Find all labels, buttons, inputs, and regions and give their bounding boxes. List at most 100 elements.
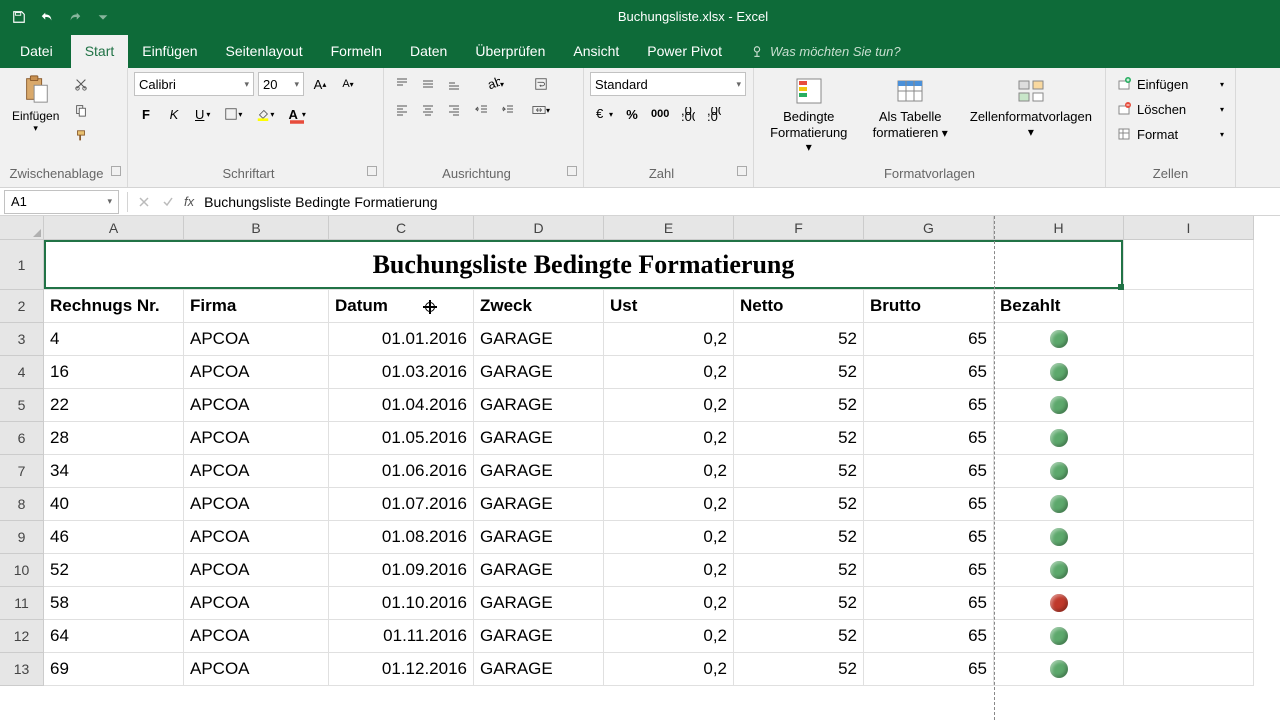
formula-input[interactable]: Buchungsliste Bedingte Formatierung bbox=[198, 194, 1280, 210]
cell[interactable]: 01.12.2016 bbox=[329, 653, 474, 686]
cell[interactable]: 34 bbox=[44, 455, 184, 488]
table-header[interactable]: Brutto bbox=[864, 290, 994, 323]
cell[interactable]: APCOA bbox=[184, 356, 329, 389]
cell[interactable] bbox=[1124, 587, 1254, 620]
align-top-icon[interactable] bbox=[390, 72, 414, 96]
cell[interactable]: APCOA bbox=[184, 620, 329, 653]
col-header[interactable]: B bbox=[184, 216, 329, 240]
table-header[interactable]: Bezahlt bbox=[994, 290, 1124, 323]
row-header[interactable]: 5 bbox=[0, 389, 44, 422]
cell[interactable]: 52 bbox=[734, 620, 864, 653]
cell[interactable]: 01.09.2016 bbox=[329, 554, 474, 587]
cell[interactable] bbox=[1124, 356, 1254, 389]
cell[interactable]: 52 bbox=[734, 587, 864, 620]
cell[interactable]: 65 bbox=[864, 356, 994, 389]
row-header[interactable]: 6 bbox=[0, 422, 44, 455]
tab-data[interactable]: Daten bbox=[396, 35, 461, 68]
wrap-text-icon[interactable] bbox=[524, 72, 558, 96]
row-header[interactable]: 9 bbox=[0, 521, 44, 554]
tab-home[interactable]: Start bbox=[71, 35, 129, 68]
grow-font-icon[interactable]: A▴ bbox=[308, 72, 332, 96]
qat-dropdown-icon[interactable] bbox=[92, 6, 114, 28]
row-header[interactable]: 13 bbox=[0, 653, 44, 686]
cell[interactable]: GARAGE bbox=[474, 455, 604, 488]
inc-decimal-icon[interactable]: ,0,00 bbox=[676, 102, 700, 126]
cell[interactable]: 52 bbox=[734, 554, 864, 587]
col-header[interactable]: E bbox=[604, 216, 734, 240]
cell[interactable]: GARAGE bbox=[474, 554, 604, 587]
cell[interactable] bbox=[1124, 554, 1254, 587]
table-header[interactable]: Zweck bbox=[474, 290, 604, 323]
cell[interactable]: 22 bbox=[44, 389, 184, 422]
cell[interactable] bbox=[1124, 240, 1254, 290]
cell[interactable]: 01.01.2016 bbox=[329, 323, 474, 356]
cell[interactable]: 0,2 bbox=[604, 323, 734, 356]
row-header[interactable]: 8 bbox=[0, 488, 44, 521]
format-as-table-button[interactable]: Als Tabelle formatieren ▾ bbox=[862, 72, 959, 143]
tell-me[interactable]: Was möchten Sie tun? bbox=[736, 36, 915, 68]
cell[interactable]: APCOA bbox=[184, 323, 329, 356]
cell[interactable]: 52 bbox=[734, 323, 864, 356]
cell[interactable] bbox=[1124, 323, 1254, 356]
row-header[interactable]: 1 bbox=[0, 240, 44, 290]
cell[interactable]: 0,2 bbox=[604, 389, 734, 422]
tab-powerpivot[interactable]: Power Pivot bbox=[633, 35, 736, 68]
cell[interactable]: 0,2 bbox=[604, 620, 734, 653]
cell[interactable]: APCOA bbox=[184, 521, 329, 554]
cell[interactable]: 0,2 bbox=[604, 455, 734, 488]
cell[interactable] bbox=[1124, 290, 1254, 323]
col-header[interactable]: A bbox=[44, 216, 184, 240]
cells-insert-button[interactable]: Einfügen▾ bbox=[1112, 72, 1229, 96]
cell[interactable]: 65 bbox=[864, 554, 994, 587]
font-name[interactable]: Calibri▾ bbox=[134, 72, 254, 96]
cell[interactable] bbox=[1124, 521, 1254, 554]
cell[interactable]: 52 bbox=[734, 389, 864, 422]
col-header[interactable]: F bbox=[734, 216, 864, 240]
cell-styles-button[interactable]: Zellenformatvorlagen▾ bbox=[963, 72, 1099, 142]
dialog-launcher-icon[interactable] bbox=[111, 166, 121, 176]
cell[interactable]: 69 bbox=[44, 653, 184, 686]
cell[interactable] bbox=[994, 488, 1124, 521]
cell[interactable]: APCOA bbox=[184, 554, 329, 587]
table-header[interactable]: Rechnugs Nr. bbox=[44, 290, 184, 323]
save-icon[interactable] bbox=[8, 6, 30, 28]
cell[interactable] bbox=[994, 356, 1124, 389]
col-header[interactable]: H bbox=[994, 216, 1124, 240]
cell[interactable] bbox=[994, 455, 1124, 488]
dialog-launcher-icon[interactable] bbox=[737, 166, 747, 176]
col-header[interactable]: G bbox=[864, 216, 994, 240]
table-header[interactable]: Ust bbox=[604, 290, 734, 323]
align-bottom-icon[interactable] bbox=[442, 72, 466, 96]
dialog-launcher-icon[interactable] bbox=[567, 166, 577, 176]
percent-icon[interactable]: % bbox=[620, 102, 644, 126]
cell[interactable]: GARAGE bbox=[474, 620, 604, 653]
row-headers[interactable]: 12345678910111213 bbox=[0, 240, 44, 686]
cell[interactable]: 01.03.2016 bbox=[329, 356, 474, 389]
cell[interactable]: 65 bbox=[864, 422, 994, 455]
row-header[interactable]: 3 bbox=[0, 323, 44, 356]
cell[interactable] bbox=[1124, 422, 1254, 455]
cell[interactable]: 0,2 bbox=[604, 521, 734, 554]
cell[interactable]: APCOA bbox=[184, 455, 329, 488]
cell[interactable]: 52 bbox=[734, 653, 864, 686]
cell[interactable]: 65 bbox=[864, 323, 994, 356]
align-left-icon[interactable] bbox=[390, 98, 414, 122]
col-header[interactable]: C bbox=[329, 216, 474, 240]
cell[interactable] bbox=[994, 422, 1124, 455]
cell[interactable] bbox=[994, 620, 1124, 653]
align-middle-icon[interactable] bbox=[416, 72, 440, 96]
cell[interactable]: 0,2 bbox=[604, 488, 734, 521]
cell[interactable]: 28 bbox=[44, 422, 184, 455]
cell[interactable]: 01.11.2016 bbox=[329, 620, 474, 653]
select-all-corner[interactable] bbox=[0, 216, 44, 240]
cell[interactable]: GARAGE bbox=[474, 587, 604, 620]
dialog-launcher-icon[interactable] bbox=[367, 166, 377, 176]
cell[interactable]: APCOA bbox=[184, 422, 329, 455]
cells-format-button[interactable]: Format▾ bbox=[1112, 122, 1229, 146]
cell[interactable]: 46 bbox=[44, 521, 184, 554]
indent-inc-icon[interactable] bbox=[496, 98, 520, 122]
orientation-icon[interactable]: ab▾ bbox=[470, 72, 520, 96]
cell[interactable]: 0,2 bbox=[604, 587, 734, 620]
accounting-icon[interactable]: €▾ bbox=[590, 102, 618, 126]
col-header[interactable]: D bbox=[474, 216, 604, 240]
